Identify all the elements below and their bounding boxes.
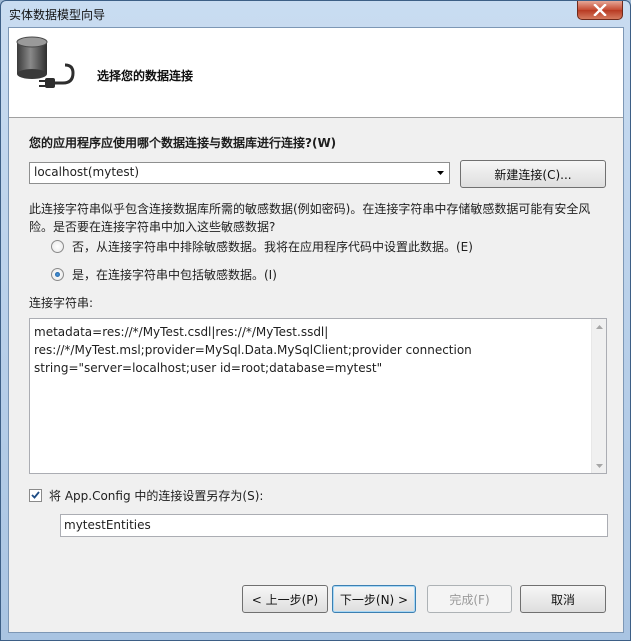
connection-select-value: localhost(mytest) bbox=[34, 165, 140, 179]
radio-include-sensitive[interactable]: 是，在连接字符串中包括敏感数据。(I) bbox=[51, 266, 277, 282]
connection-select[interactable]: localhost(mytest) bbox=[29, 162, 450, 184]
sensitive-data-notice-line: 此连接字符串似乎包含连接数据库所需的敏感数据(例如密码)。在连接字符串中存储敏感… bbox=[29, 202, 591, 216]
wizard-header: 选择您的数据连接 bbox=[9, 28, 623, 118]
back-button[interactable]: < 上一步(P) bbox=[242, 585, 328, 613]
connection-string-textarea[interactable]: metadata=res://*/MyTest.csdl|res://*/MyT… bbox=[29, 318, 607, 474]
save-config-label: 将 App.Config 中的连接设置另存为(S): bbox=[49, 488, 264, 503]
connection-string-value: metadata=res://*/MyTest.csdl|res://*/MyT… bbox=[34, 325, 472, 375]
connection-question-label: 您的应用程序应使用哪个数据连接与数据库进行连接?(W) bbox=[29, 136, 337, 150]
scroll-up-icon[interactable] bbox=[592, 319, 607, 334]
wizard-window: 实体数据模型向导 选择您的数据连接 您的应用程序应使用哪个数据连接与数据库进行连… bbox=[0, 0, 631, 641]
chevron-down-icon[interactable] bbox=[432, 163, 449, 183]
radio-label: 是，在连接字符串中包括敏感数据。(I) bbox=[72, 267, 277, 282]
sensitive-data-notice: 此连接字符串似乎包含连接数据库所需的敏感数据(例如密码)。在连接字符串中存储敏感… bbox=[29, 200, 609, 236]
save-config-checkbox-row[interactable]: 将 App.Config 中的连接设置另存为(S): bbox=[29, 487, 263, 503]
window-title: 实体数据模型向导 bbox=[9, 8, 106, 22]
new-connection-button[interactable]: 新建连接(C)... bbox=[460, 160, 606, 188]
database-plug-icon bbox=[16, 36, 75, 88]
scroll-down-icon[interactable] bbox=[592, 458, 607, 473]
save-config-checkbox[interactable] bbox=[29, 488, 42, 502]
title-bar[interactable]: 实体数据模型向导 bbox=[1, 1, 630, 27]
vertical-scrollbar[interactable] bbox=[591, 319, 606, 473]
connection-string-label: 连接字符串: bbox=[29, 296, 94, 310]
finish-button[interactable]: 完成(F) bbox=[427, 585, 512, 613]
close-icon bbox=[593, 4, 607, 16]
sensitive-data-notice-line: 险。是否要在连接字符串中加入这些敏感数据? bbox=[29, 220, 276, 234]
radio-button[interactable] bbox=[51, 267, 64, 281]
checkmark-icon bbox=[31, 491, 40, 499]
entity-name-input[interactable]: mytestEntities bbox=[60, 514, 608, 537]
radio-exclude-sensitive[interactable]: 否，从连接字符串中排除敏感数据。我将在应用程序代码中设置此数据。(E) bbox=[51, 238, 473, 254]
cancel-button[interactable]: 取消 bbox=[520, 585, 606, 613]
next-button[interactable]: 下一步(N) > bbox=[332, 585, 416, 613]
close-button[interactable] bbox=[577, 1, 623, 20]
radio-label: 否，从连接字符串中排除敏感数据。我将在应用程序代码中设置此数据。(E) bbox=[72, 239, 473, 254]
wizard-client-area: 选择您的数据连接 您的应用程序应使用哪个数据连接与数据库进行连接?(W) loc… bbox=[8, 27, 624, 633]
radio-button[interactable] bbox=[51, 239, 64, 253]
page-title: 选择您的数据连接 bbox=[97, 69, 194, 83]
